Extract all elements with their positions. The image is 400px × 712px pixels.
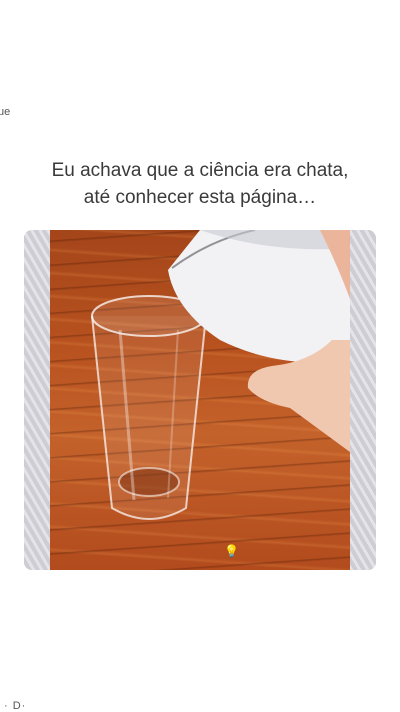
- light-bulb-icon: 💡: [224, 544, 239, 558]
- video-content[interactable]: 💡: [50, 230, 354, 570]
- partial-bottom-text: · D·: [4, 700, 27, 712]
- post-caption: Eu achava que a ciência era chata, até c…: [0, 157, 400, 211]
- partial-left-text: ue: [0, 106, 11, 118]
- right-blur-border: [350, 230, 376, 570]
- video-player[interactable]: 💡: [24, 230, 376, 570]
- left-blur-border: [24, 230, 50, 570]
- glass-icon: [91, 295, 207, 520]
- video-scene: [91, 230, 354, 520]
- caption-line-2: até conhecer esta página…: [83, 187, 317, 208]
- caption-line-1: Eu achava que a ciência era chata,: [51, 160, 349, 181]
